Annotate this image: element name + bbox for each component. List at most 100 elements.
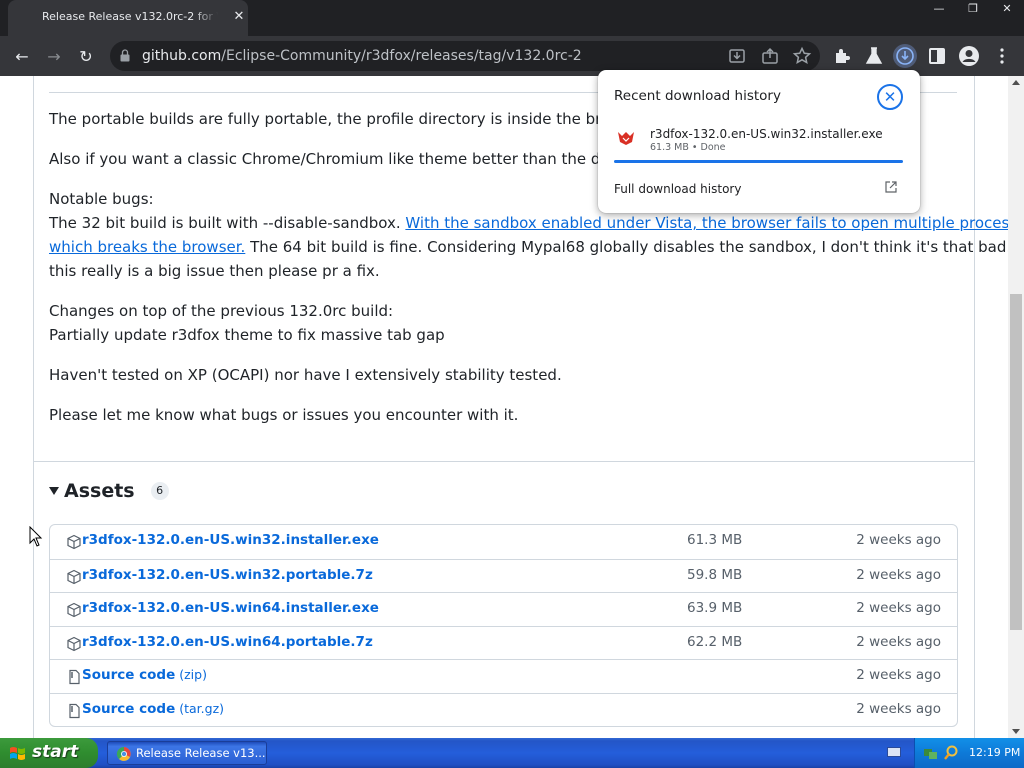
side-panel-icon[interactable] [925,44,949,68]
changes-line: Partially update r3dfox theme to fix mas… [49,326,445,344]
asset-size: 63.9 MB [687,600,743,616]
back-button[interactable]: ← [10,44,34,68]
scroll-down-icon[interactable] [1012,729,1020,734]
asset-row: r3dfox-132.0.en-US.win64.installer.exe 6… [50,592,957,626]
windows-taskbar: start Release Release v13... 12:19 PM [0,738,1024,768]
asset-link[interactable]: r3dfox-132.0.en-US.win32.portable.7z [82,567,373,583]
asset-size: 61.3 MB [687,532,743,548]
asset-row: r3dfox-132.0.en-US.win32.portable.7z 59.… [50,558,957,593]
assets-heading: Assets [64,480,135,502]
package-icon [67,636,81,651]
bug-text-prefix: The 32 bit build is built with --disable… [49,214,406,232]
install-app-icon[interactable] [727,46,747,66]
tab-close-icon[interactable]: ✕ [230,8,248,26]
taskbar-clock: 12:19 PM [969,746,1021,759]
scroll-thumb[interactable] [1010,294,1022,630]
menu-kebab-icon[interactable] [990,44,1014,68]
system-tray: 12:19 PM [914,738,1024,768]
asset-name: r3dfox-132.0.en-US.win64.portable.7z [82,633,373,650]
divider [33,461,975,462]
feedback-note: Please let me know what bugs or issues y… [49,406,519,424]
extensions-puzzle-icon[interactable] [830,44,854,68]
profile-avatar-icon[interactable] [957,44,981,68]
url-text: github.com/Eclipse-Community/r3dfox/rele… [142,48,582,64]
search-icon[interactable] [943,745,959,761]
mouse-cursor-icon [29,526,43,547]
asset-size: 62.2 MB [687,633,743,650]
changes-heading: Changes on top of the previous 132.0rc b… [49,302,394,320]
download-file-name[interactable]: r3dfox-132.0.en-US.win32.installer.exe [650,127,883,141]
asset-link[interactable]: Source code (zip) [82,667,207,683]
taskbar-browser-button[interactable]: Release Release v13... [107,741,267,765]
package-icon [67,534,81,550]
close-window-button[interactable]: ✕ [990,0,1024,18]
download-progress-bar [614,160,903,163]
r3dfox-logo-icon [618,132,634,145]
asset-name: r3dfox-132.0.en-US.win32.installer.exe [82,532,379,548]
bug-text-suffix: The 64 bit build is fine. Considering My… [245,238,1008,256]
close-icon[interactable]: ✕ [877,84,903,110]
bug-description-line: this really is a big issue then please p… [49,262,380,280]
address-bar[interactable]: github.com/Eclipse-Community/r3dfox/rele… [110,41,820,71]
download-bubble: Recent download history ✕ r3dfox-132.0.e… [598,70,920,213]
asset-date: 2 weeks ago [856,667,941,683]
caret-down-icon [49,487,59,495]
download-icon [896,47,914,65]
network-icon[interactable] [923,745,939,761]
downloads-button[interactable] [893,44,917,68]
bookmark-star-icon[interactable] [792,46,812,66]
url-host: github.com [142,48,222,64]
sandbox-issue-link-cont[interactable]: which breaks the browser. [49,238,245,256]
package-icon [67,602,81,618]
asset-size: 59.8 MB [687,566,743,583]
url-path: /Eclipse-Community/r3dfox/releases/tag/v… [221,48,582,64]
browser-app-icon [116,746,131,761]
share-icon[interactable] [760,46,780,66]
reload-button[interactable]: ↻ [74,44,98,68]
asset-date: 2 weeks ago [856,700,941,717]
asset-row: r3dfox-132.0.en-US.win32.installer.exe 6… [50,525,957,559]
start-label: start [32,742,79,762]
package-icon [67,569,81,584]
asset-row: Source code (zip) 2 weeks ago [50,659,957,693]
restore-button[interactable]: ❐ [956,0,990,18]
tab-title: Release Release v132.0rc-2 for Vista [42,10,218,23]
browser-tab[interactable]: Release Release v132.0rc-2 for Vista ✕ [8,0,248,36]
asset-name: r3dfox-132.0.en-US.win32.portable.7z [82,566,373,583]
file-zip-icon [69,669,80,685]
asset-row: r3dfox-132.0.en-US.win64.portable.7z 62.… [50,625,957,660]
forward-icon: → [47,46,61,66]
asset-link[interactable]: r3dfox-132.0.en-US.win64.installer.exe [82,600,379,616]
open-external-icon[interactable] [884,180,898,194]
bug-description-line: which breaks the browser. The 64 bit bui… [49,235,1008,259]
asset-link[interactable]: Source code (tar.gz) [82,701,224,717]
asset-name: r3dfox-132.0.en-US.win64.installer.exe [82,600,379,616]
keyboard-layout-icon[interactable] [887,747,901,757]
asset-date: 2 weeks ago [856,566,941,583]
windows-logo-icon [10,747,25,760]
asset-name: Source code [82,667,176,683]
minimize-button[interactable]: — [922,0,956,18]
start-button[interactable]: start [0,738,98,768]
asset-link[interactable]: r3dfox-132.0.en-US.win32.installer.exe [82,532,379,548]
asset-date: 2 weeks ago [856,633,941,650]
sandbox-issue-link[interactable]: With the sandbox enabled under Vista, th… [405,214,1008,232]
back-icon: ← [15,46,29,66]
bug-description-line: The 32 bit build is built with --disable… [49,211,1008,235]
scroll-up-icon[interactable] [1012,80,1020,85]
asset-row: Source code (tar.gz) 2 weeks ago [50,692,957,727]
full-download-history-link[interactable]: Full download history [614,182,741,196]
lock-icon[interactable] [120,49,130,62]
forward-button[interactable]: → [42,44,66,68]
asset-name: Source code [82,700,176,717]
window-controls: — ❐ ✕ [922,0,1024,18]
asset-link[interactable]: r3dfox-132.0.en-US.win64.portable.7z [82,634,373,650]
reload-icon: ↻ [79,46,93,66]
vertical-scrollbar[interactable] [1008,76,1024,738]
labs-flask-icon[interactable] [862,44,886,68]
assets-list: r3dfox-132.0.en-US.win32.installer.exe 6… [49,524,958,727]
asset-format: (zip) [179,667,207,682]
testing-note: Haven't tested on XP (OCAPI) nor have I … [49,366,562,384]
assets-toggle[interactable]: Assets 6 [49,480,169,502]
browser-tab-strip: Release Release v132.0rc-2 for Vista ✕ —… [0,0,1024,36]
